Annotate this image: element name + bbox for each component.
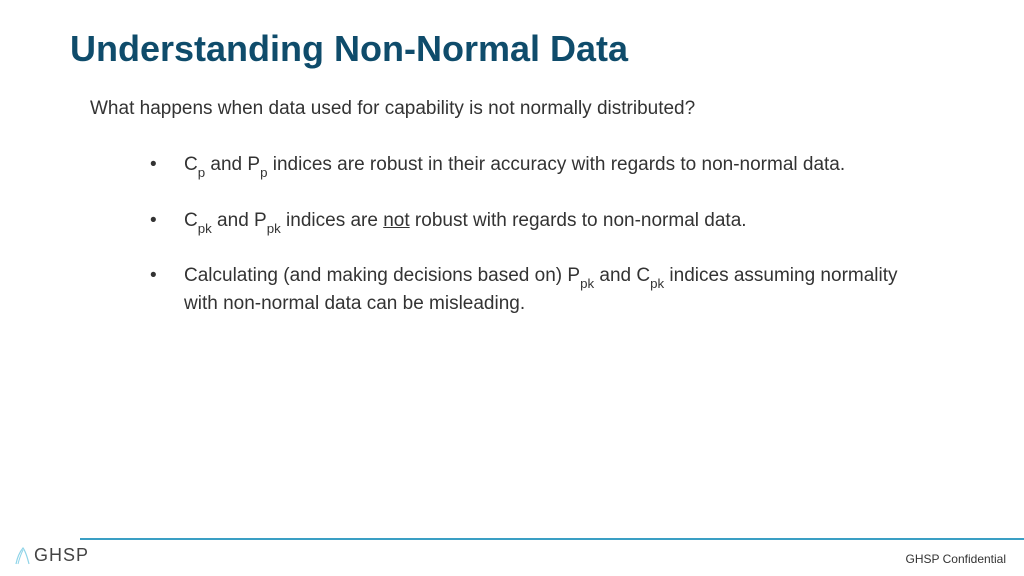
confidential-label: GHSP Confidential: [906, 552, 1007, 566]
intro-paragraph: What happens when data used for capabili…: [90, 98, 954, 120]
text-span: and P: [205, 154, 260, 175]
text-span: C: [184, 210, 198, 231]
footer: GHSP GHSP Confidential: [0, 538, 1024, 576]
text-span: C: [184, 154, 198, 175]
underline-not: not: [383, 210, 409, 231]
bullet-item-1: Cp and Pp indices are robust in their ac…: [150, 152, 934, 180]
bullet-list: Cp and Pp indices are robust in their ac…: [150, 152, 934, 317]
logo: GHSP: [14, 544, 89, 566]
footer-divider: [80, 538, 1024, 540]
logo-mark-icon: [14, 544, 32, 566]
subscript: pk: [267, 221, 281, 236]
bullet-item-2: Cpk and Ppk indices are not robust with …: [150, 208, 934, 236]
subscript: pk: [580, 276, 594, 291]
text-span: indices are: [281, 210, 383, 231]
text-span: robust with regards to non-normal data.: [410, 210, 747, 231]
text-span: and C: [594, 265, 650, 286]
text-span: indices are robust in their accuracy wit…: [267, 154, 845, 175]
page-title: Understanding Non-Normal Data: [70, 28, 954, 70]
subscript: pk: [650, 276, 664, 291]
subscript: p: [198, 165, 205, 180]
text-span: and P: [212, 210, 267, 231]
bullet-item-3: Calculating (and making decisions based …: [150, 263, 934, 316]
subscript: p: [260, 165, 267, 180]
slide-container: Understanding Non-Normal Data What happe…: [0, 0, 1024, 576]
subscript: pk: [198, 221, 212, 236]
logo-text: GHSP: [34, 545, 89, 566]
text-span: Calculating (and making decisions based …: [184, 265, 580, 286]
